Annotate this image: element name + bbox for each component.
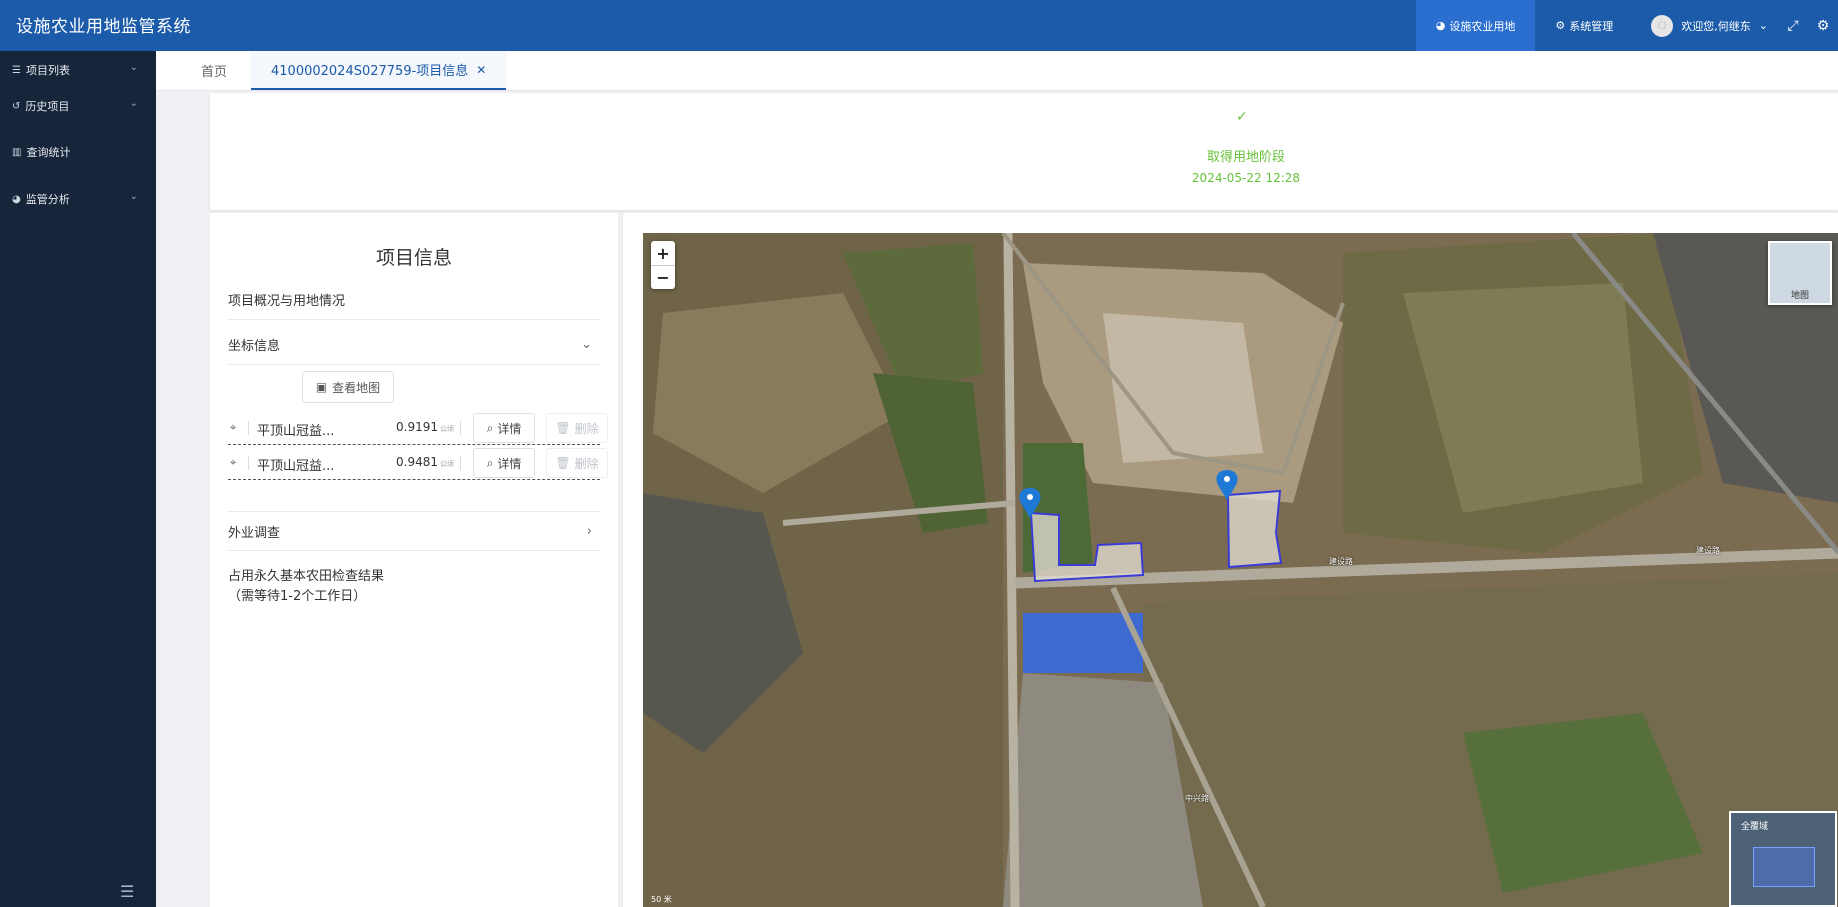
settings-gears-icon[interactable]: ⚙ bbox=[1808, 0, 1838, 51]
nav-label: 设施农业用地 bbox=[1449, 19, 1516, 33]
project-info-panel: 项目信息 项目概况与用地情况 坐标信息 ⌄ ▣ 查看地图 ⌖ 平顶山冠益... … bbox=[210, 213, 618, 907]
pie-chart-icon: ◕ bbox=[12, 193, 21, 205]
farmland-check-result: 占用永久基本农田检查结果 （需等待1-2个工作日） bbox=[228, 567, 384, 607]
sidebar-item-label: 项目列表 bbox=[25, 64, 70, 77]
coord-area: 0.9191 bbox=[396, 420, 438, 434]
tab-bar: 首页 4100002024S027759-项目信息 ✕ bbox=[156, 51, 1838, 91]
satellite-map[interactable]: 建设路 建设路 中兴路 + − 地图 全覆域 50 米 bbox=[643, 233, 1838, 907]
chevron-down-icon: ⌄ bbox=[129, 98, 138, 109]
bar-chart-icon: ▥ bbox=[12, 146, 22, 158]
trash-icon: 🗑 bbox=[555, 456, 571, 470]
coord-area: 0.9481 bbox=[396, 455, 438, 469]
delete-button[interactable]: 🗑 删除 bbox=[546, 413, 608, 443]
top-header: 设施农业用地监管系统 ◕ 设施农业用地 ⚙ 系统管理 ◌ 欢迎您,何继东 ⌄ ⤢… bbox=[0, 0, 1838, 51]
pie-chart-icon: ◕ bbox=[1435, 19, 1446, 32]
user-menu[interactable]: ◌ 欢迎您,何继东 ⌄ bbox=[1633, 0, 1778, 51]
sidebar-item-history[interactable]: ↺ 历史项目 ⌄ bbox=[0, 91, 156, 121]
close-icon[interactable]: ✕ bbox=[476, 63, 486, 77]
chevron-down-icon: ⌄ bbox=[581, 337, 592, 352]
section-coordinates[interactable]: 坐标信息 ⌄ bbox=[228, 325, 600, 365]
sidebar-item-project-list[interactable]: ☰ 项目列表 ⌄ bbox=[0, 55, 156, 85]
coord-name: 平顶山冠益... bbox=[257, 424, 335, 439]
search-icon: ⌕ bbox=[486, 455, 494, 470]
list-icon: ☰ bbox=[12, 64, 21, 76]
search-icon: ⌕ bbox=[486, 420, 494, 435]
coord-row: ⌖ 平顶山冠益... 0.9481 公顷 ⌕ 详情 🗑 删除 bbox=[228, 446, 608, 480]
cog-icon: ⚙ bbox=[1555, 19, 1566, 32]
section-label: 外业调查 bbox=[228, 525, 281, 541]
divider bbox=[460, 421, 461, 435]
overview-map[interactable]: 全覆域 bbox=[1729, 811, 1837, 907]
zoom-in-button[interactable]: + bbox=[651, 241, 675, 265]
location-pin-icon: ⌖ bbox=[230, 456, 237, 469]
divider bbox=[248, 456, 249, 470]
zoom-out-button[interactable]: − bbox=[651, 265, 675, 289]
road-label: 中兴路 bbox=[1185, 794, 1209, 803]
sidebar-item-label: 历史项目 bbox=[25, 100, 70, 113]
layer-switcher[interactable]: 地图 bbox=[1768, 241, 1832, 305]
section-overview[interactable]: 项目概况与用地情况 bbox=[228, 280, 600, 320]
button-label: 查看地图 bbox=[332, 380, 381, 395]
layer-label: 地图 bbox=[1790, 291, 1809, 301]
overview-viewport bbox=[1753, 847, 1815, 887]
app-title: 设施农业用地监管系统 bbox=[16, 17, 191, 37]
nav-facility-agri-land[interactable]: ◕ 设施农业用地 bbox=[1415, 0, 1536, 51]
user-greeting: 欢迎您,何继东 bbox=[1681, 19, 1751, 33]
coord-name: 平顶山冠益... bbox=[257, 459, 335, 474]
sidebar-item-label: 查询统计 bbox=[26, 146, 71, 159]
button-label: 删除 bbox=[574, 421, 599, 436]
divider bbox=[248, 421, 249, 435]
sidebar: ☰ 项目列表 ⌄ ↺ 历史项目 ⌄ ▥ 查询统计 ◕ 监管分析 ⌄ ☰ bbox=[0, 51, 156, 907]
panel-title: 项目信息 bbox=[375, 247, 452, 269]
scale-bar: 50 米 bbox=[651, 895, 672, 904]
chevron-down-icon: ⌄ bbox=[1758, 19, 1768, 32]
nav-label: 系统管理 bbox=[1569, 19, 1614, 33]
avatar: ◌ bbox=[1651, 14, 1674, 37]
history-icon: ↺ bbox=[12, 100, 21, 112]
button-label: 详情 bbox=[497, 421, 522, 436]
check-icon: ✓ bbox=[1236, 109, 1248, 125]
road-label: 建设路 bbox=[1329, 557, 1353, 566]
stage-time: 2024-05-22 12:28 bbox=[1191, 171, 1301, 185]
view-map-button[interactable]: ▣ 查看地图 bbox=[302, 371, 394, 403]
chevron-down-icon: ⌄ bbox=[129, 62, 138, 73]
sidebar-item-query-stats[interactable]: ▥ 查询统计 bbox=[0, 137, 156, 167]
nav-system-admin[interactable]: ⚙ 系统管理 bbox=[1535, 0, 1633, 51]
trash-icon: 🗑 bbox=[555, 421, 571, 435]
collapse-sidebar-icon[interactable]: ☰ bbox=[120, 882, 134, 901]
button-label: 删除 bbox=[574, 456, 599, 471]
sidebar-item-label: 监管分析 bbox=[25, 193, 70, 206]
map-panel: 建设路 建设路 中兴路 + − 地图 全覆域 50 米 bbox=[622, 213, 1838, 907]
delete-button[interactable]: 🗑 删除 bbox=[546, 448, 608, 478]
section-label: 项目概况与用地情况 bbox=[228, 294, 346, 309]
result-note: （需等待1-2个工作日） bbox=[228, 589, 367, 604]
divider bbox=[460, 456, 461, 470]
top-nav: ◕ 设施农业用地 ⚙ 系统管理 ◌ 欢迎您,何继东 ⌄ ⤢ ⚙ bbox=[1415, 0, 1838, 51]
coord-row: ⌖ 平顶山冠益... 0.9191 公顷 ⌕ 详情 🗑 删除 bbox=[228, 411, 608, 445]
chevron-right-icon: › bbox=[586, 523, 592, 539]
map-imagery bbox=[643, 233, 1838, 907]
section-label: 坐标信息 bbox=[228, 339, 281, 354]
button-label: 详情 bbox=[497, 456, 522, 471]
chevron-down-icon: ⌄ bbox=[129, 191, 138, 202]
stage-title: 取得用地阶段 bbox=[1206, 150, 1285, 165]
road-label: 建设路 bbox=[1696, 546, 1720, 555]
tab-home[interactable]: 首页 bbox=[201, 51, 227, 90]
image-icon: ▣ bbox=[315, 380, 328, 394]
section-field-survey[interactable]: 外业调查 › bbox=[228, 511, 600, 551]
fullscreen-icon[interactable]: ⤢ bbox=[1778, 0, 1808, 51]
coord-unit: 公顷 bbox=[440, 460, 454, 468]
stage-card: ✓ 取得用地阶段 2024-05-22 12:28 bbox=[210, 93, 1838, 210]
tab-label: 4100002024S027759-项目信息 bbox=[271, 64, 469, 79]
result-title: 占用永久基本农田检查结果 bbox=[228, 569, 385, 584]
coord-unit: 公顷 bbox=[440, 425, 454, 433]
zoom-control: + − bbox=[651, 241, 675, 289]
detail-button[interactable]: ⌕ 详情 bbox=[473, 448, 535, 478]
overview-label: 全覆域 bbox=[1741, 822, 1769, 832]
detail-button[interactable]: ⌕ 详情 bbox=[473, 413, 535, 443]
tab-project-info[interactable]: 4100002024S027759-项目信息 ✕ bbox=[251, 51, 507, 90]
sidebar-item-supervision[interactable]: ◕ 监管分析 ⌄ bbox=[0, 184, 156, 214]
location-pin-icon: ⌖ bbox=[230, 421, 237, 434]
